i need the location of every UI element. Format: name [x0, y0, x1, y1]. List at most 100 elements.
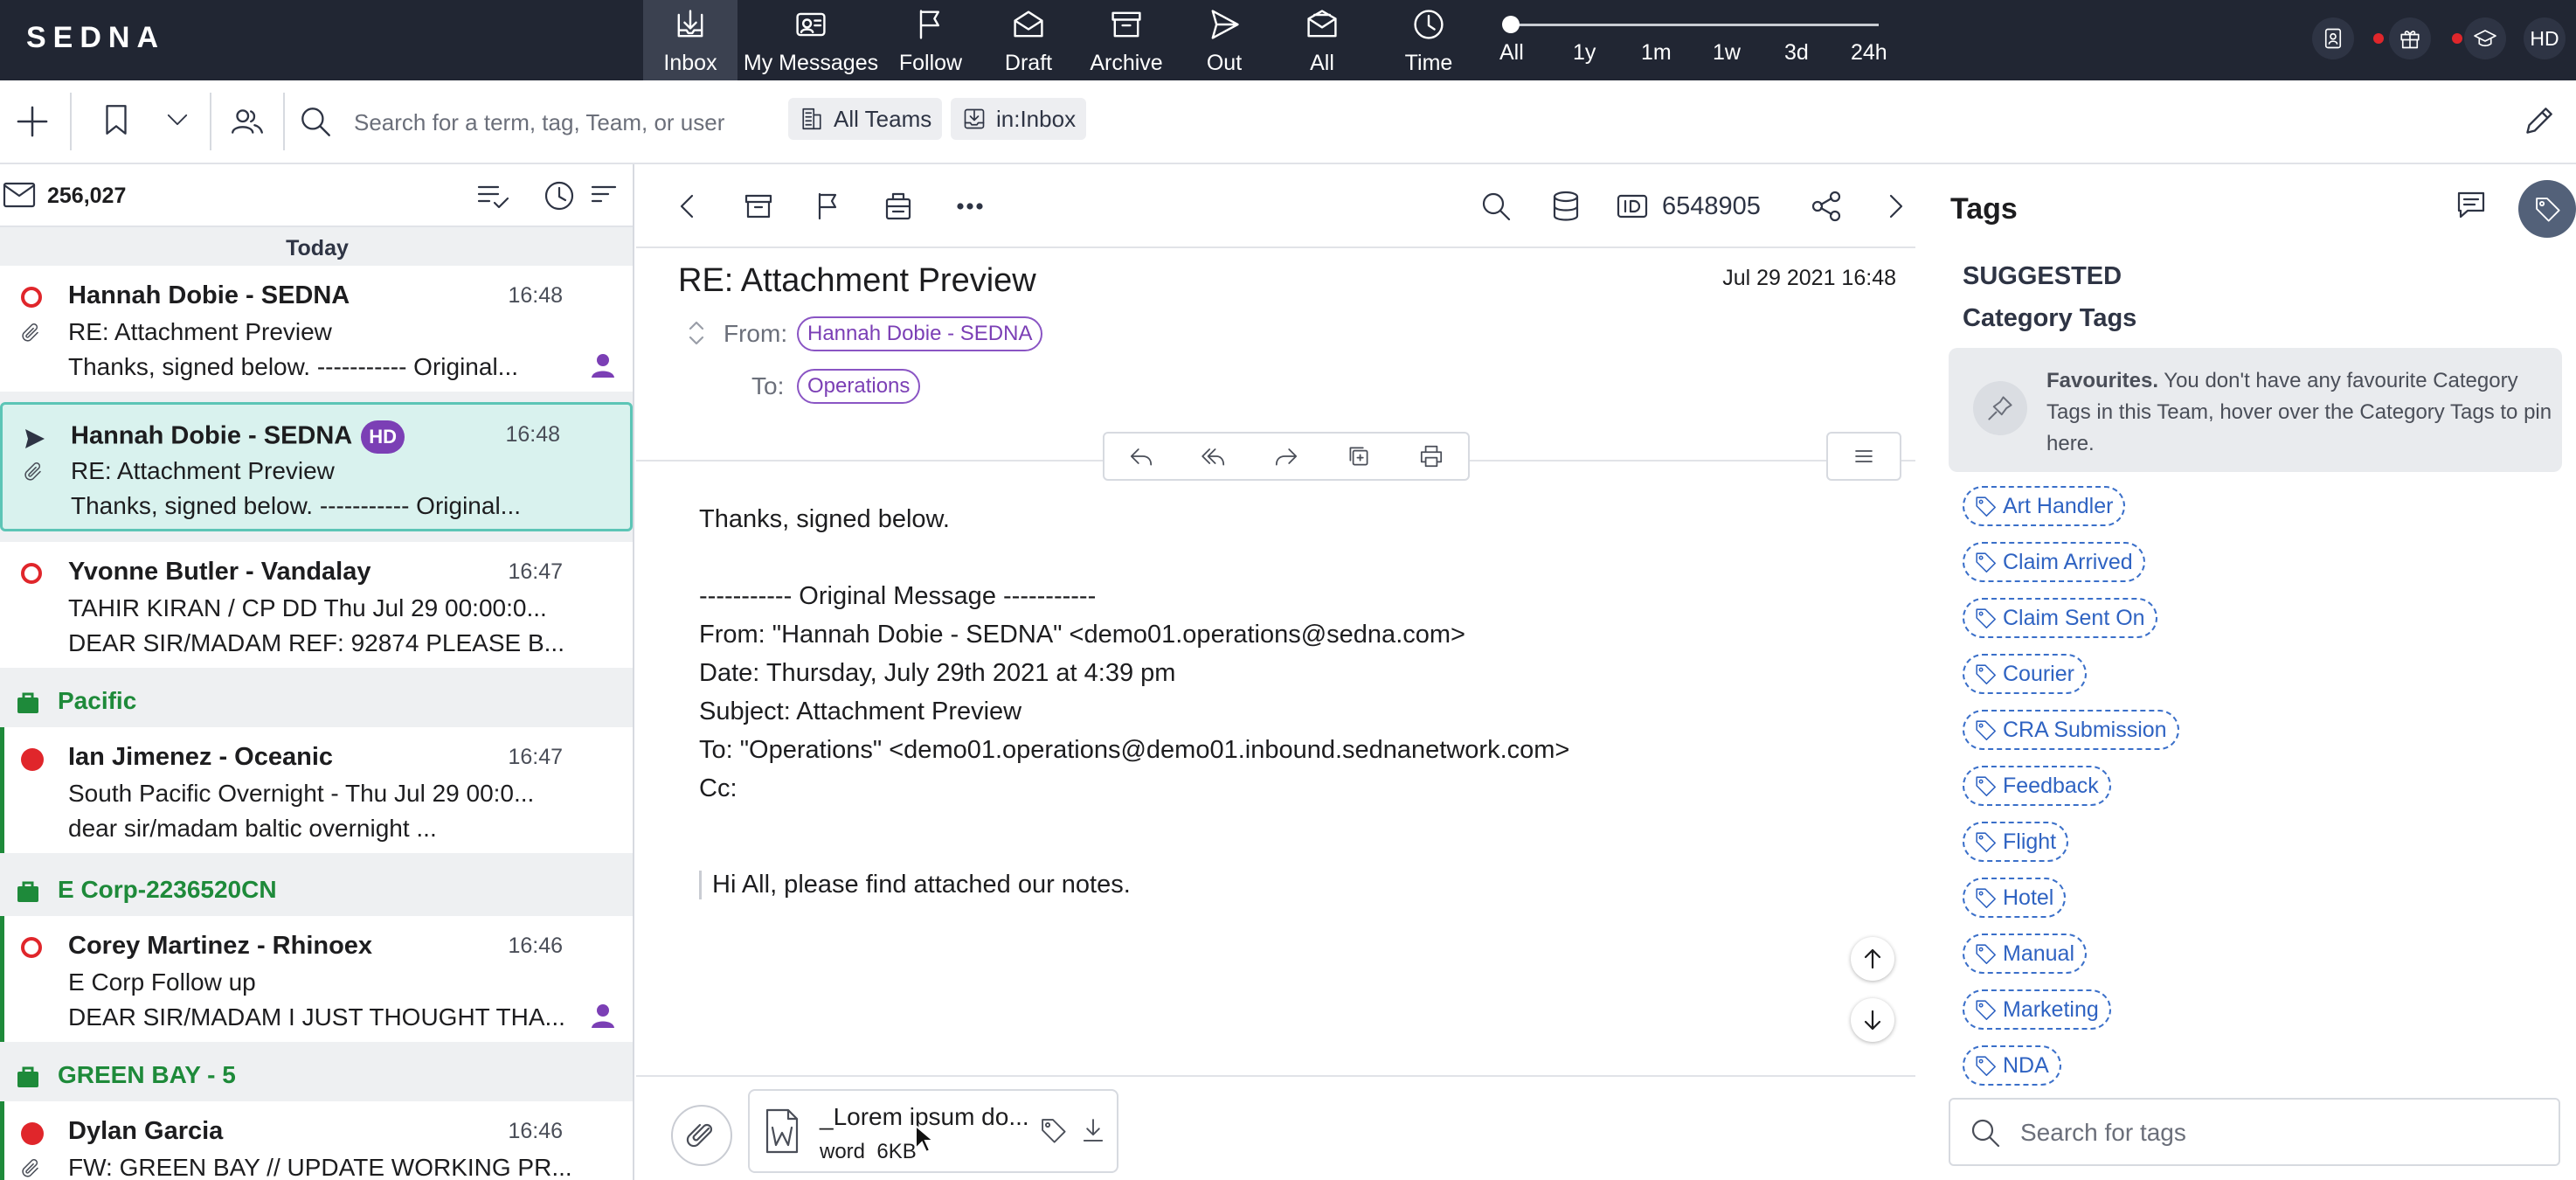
history-icon[interactable] [542, 178, 577, 213]
tag-marketing[interactable]: Marketing [1963, 989, 2111, 1030]
saved-searches-dropdown[interactable] [163, 105, 192, 135]
group-header[interactable]: Pacific [0, 678, 633, 724]
id-icon [1617, 194, 1648, 219]
tag-label: Marketing [2003, 996, 2099, 1022]
tag-art-handler[interactable]: Art Handler [1963, 486, 2126, 526]
nav-inbox[interactable]: Inbox [643, 0, 737, 80]
download-icon[interactable] [1078, 1115, 1108, 1145]
scroll-down-button[interactable] [1851, 998, 1894, 1042]
tag-icon [1976, 720, 1996, 740]
print-icon[interactable] [1417, 442, 1445, 470]
time-range-track[interactable] [1510, 24, 1879, 26]
contacts-icon [2324, 28, 2342, 49]
tag-icon [1976, 832, 1996, 852]
reply-actions [1103, 432, 1470, 481]
tag-hotel[interactable]: Hotel [1963, 878, 2067, 918]
tag-claim-sent-on[interactable]: Claim Sent On [1963, 598, 2157, 638]
database-button[interactable] [1548, 189, 1583, 224]
body-line: ----------- Original Message ----------- [699, 582, 1097, 610]
tag-manual[interactable]: Manual [1963, 934, 2087, 974]
follow-button[interactable] [811, 189, 846, 224]
sort-icon[interactable] [589, 178, 619, 213]
range-1m[interactable]: 1m [1641, 40, 1672, 66]
nav-time[interactable]: Time [1382, 0, 1475, 80]
chevron-right-icon [1889, 194, 1903, 219]
range-3d[interactable]: 3d [1784, 40, 1809, 66]
group-bar [0, 1101, 4, 1180]
range-24h[interactable]: 24h [1851, 40, 1887, 66]
unread-indicator [21, 563, 42, 584]
more-button[interactable] [952, 189, 987, 224]
range-1y[interactable]: 1y [1573, 40, 1596, 66]
expand-icon[interactable] [687, 318, 706, 348]
find-button[interactable] [1478, 189, 1513, 224]
to-contact[interactable]: Operations [797, 369, 921, 404]
duplicate-icon[interactable] [1345, 442, 1373, 470]
nav-all[interactable]: All [1276, 0, 1368, 80]
tag-icon[interactable] [1038, 1115, 1068, 1145]
nav-draft[interactable]: Draft [982, 0, 1075, 80]
range-1w[interactable]: 1w [1713, 40, 1741, 66]
archive-button[interactable] [741, 189, 776, 224]
attachment-card[interactable]: _Lorem ipsum do... word 6KB [748, 1089, 1118, 1173]
teams-button[interactable] [229, 103, 266, 140]
attach-button[interactable] [671, 1105, 732, 1166]
tag-claim-arrived[interactable]: Claim Arrived [1963, 542, 2145, 582]
saved-searches-button[interactable] [98, 101, 135, 138]
nav-out[interactable]: Out [1178, 0, 1271, 80]
share-button[interactable] [1809, 189, 1844, 224]
tag-flight[interactable]: Flight [1963, 822, 2069, 862]
nav-follow[interactable]: Follow [884, 0, 977, 80]
tag-courier[interactable]: Courier [1963, 654, 2087, 694]
scroll-up-button[interactable] [1851, 937, 1894, 981]
search-button[interactable] [297, 103, 334, 140]
learn-button[interactable] [2464, 17, 2506, 59]
tag-cra-submission[interactable]: CRA Submission [1963, 710, 2179, 750]
list-item[interactable]: Corey Martinez - Rhinoex 16:46 E Corp Fo… [0, 916, 633, 1042]
gift-button[interactable] [2389, 17, 2431, 59]
list-item[interactable]: Hannah Dobie - SEDNA 16:48 RE: Attachmen… [0, 266, 633, 392]
message-date: Jul 29 2021 16:48 [1722, 266, 1896, 290]
time-range-handle[interactable] [1502, 16, 1520, 33]
message-id-button[interactable] [1615, 189, 1650, 224]
sort-check-icon[interactable] [475, 178, 510, 213]
favourites-box: Favourites. You don't have any favourite… [1949, 348, 2562, 472]
comments-icon[interactable] [2454, 187, 2489, 222]
tag-nda[interactable]: NDA [1963, 1045, 2061, 1086]
list-item-selected[interactable]: Hannah Dobie - SEDNA HD 16:48 RE: Attachm… [0, 402, 633, 531]
group-bar [0, 727, 4, 853]
compose-button[interactable] [12, 101, 52, 142]
app-logo[interactable]: SEDNA [26, 21, 165, 55]
tag-icon [1976, 1056, 1996, 1076]
forward-icon[interactable] [1272, 442, 1300, 470]
reply-all-icon[interactable] [1200, 442, 1228, 470]
tag-search-input[interactable]: Search for tags [1949, 1098, 2560, 1166]
tag-feedback[interactable]: Feedback [1963, 766, 2111, 806]
group-header[interactable]: E Corp-2236520CN [0, 867, 633, 913]
reply-icon[interactable] [1127, 442, 1155, 470]
back-button[interactable] [669, 189, 704, 224]
tag-icon [2536, 198, 2560, 222]
list-item[interactable]: Ian Jimenez - Oceanic 16:47 South Pacifi… [0, 727, 633, 853]
team-filter-chip[interactable]: All Teams [788, 98, 943, 140]
tags-tab-button[interactable] [2518, 180, 2576, 238]
list-item[interactable]: Dylan Garcia 16:46 FW: GREEN BAY // UPDA… [0, 1101, 633, 1180]
search-input[interactable]: Search for a term, tag, Team, or user [354, 109, 724, 136]
group-header[interactable]: GREEN BAY - 5 [0, 1052, 633, 1098]
user-avatar[interactable]: HD [2524, 17, 2566, 59]
list-item[interactable]: Yvonne Butler - Vandalay 16:47 TAHIR KIR… [0, 542, 633, 668]
nav-my-messages[interactable]: My Messages [744, 0, 878, 80]
move-button[interactable] [881, 189, 916, 224]
unread-indicator [21, 937, 42, 958]
next-button[interactable] [1879, 189, 1914, 224]
contacts-button[interactable] [2312, 17, 2354, 59]
from-contact[interactable]: Hannah Dobie - SEDNA [797, 316, 1043, 351]
group-name: Pacific [58, 687, 137, 714]
edit-button[interactable] [2520, 103, 2557, 140]
body-line: From: "Hannah Dobie - SEDNA" <demo01.ope… [699, 621, 1465, 649]
nav-archive[interactable]: Archive [1080, 0, 1173, 80]
scope-filter-chip[interactable]: in:Inbox [951, 98, 1087, 140]
range-all[interactable]: All [1499, 40, 1524, 66]
body-line: Subject: Attachment Preview [699, 698, 1022, 725]
toggle-quoted-button[interactable] [1826, 432, 1901, 481]
